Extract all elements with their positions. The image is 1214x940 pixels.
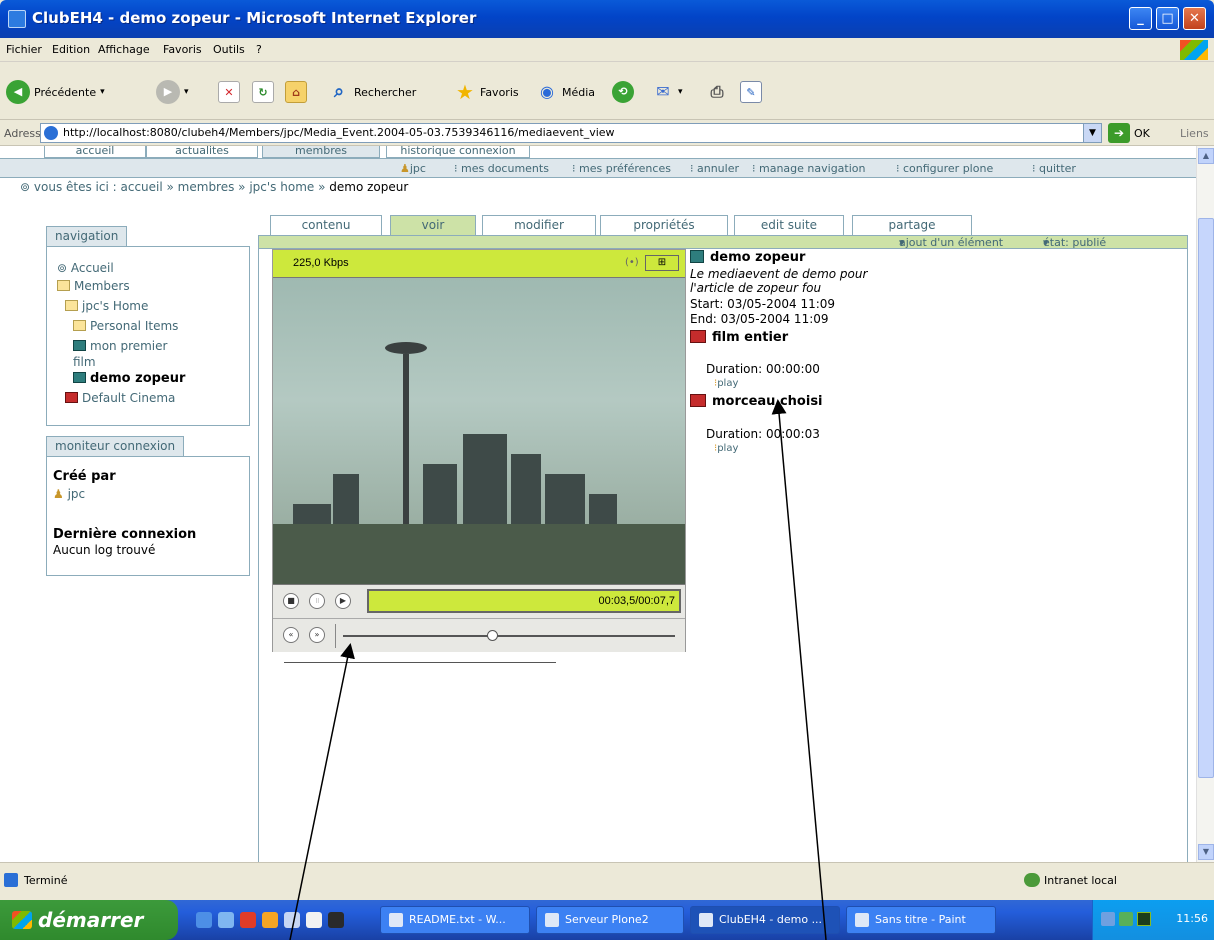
annotation-arrow-slider bbox=[289, 643, 355, 940]
annotation-arrow-play bbox=[771, 399, 827, 940]
annotation-arrows bbox=[289, 399, 827, 940]
